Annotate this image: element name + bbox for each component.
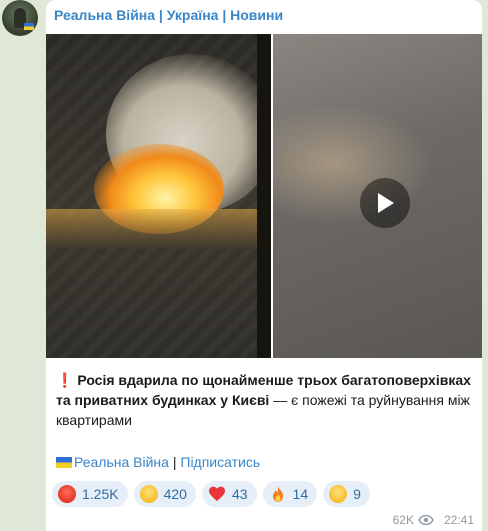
- message-text: ❗ Росія вдарила по щонайменше трьох бага…: [56, 370, 472, 430]
- video-thumbnail[interactable]: [273, 34, 482, 358]
- reaction-cry[interactable]: 420: [133, 481, 196, 507]
- channel-name[interactable]: Реальна Війна | Україна | Новини: [54, 7, 283, 23]
- heart-icon: [208, 485, 226, 503]
- play-icon: [378, 193, 394, 213]
- photo-fire[interactable]: [46, 34, 271, 358]
- channel-link[interactable]: Реальна Війна: [74, 454, 169, 470]
- crying-face-icon: [139, 485, 158, 503]
- message-bubble: Реальна Війна | Україна | Новини ❗ Росія…: [46, 0, 482, 531]
- reactions-bar: 1.25K 420 43 14 9: [52, 481, 370, 507]
- fire-icon: [269, 485, 287, 503]
- play-button[interactable]: [360, 178, 410, 228]
- angry-face-icon: [58, 485, 76, 503]
- message-time: 22:41: [443, 513, 474, 527]
- reaction-count: 14: [292, 486, 309, 502]
- reaction-grin[interactable]: 9: [323, 481, 370, 507]
- message-meta: 62K 22:41: [393, 513, 474, 527]
- media-album: [46, 34, 482, 358]
- exclamation-icon: ❗: [56, 372, 74, 388]
- reaction-count: 1.25K: [82, 486, 119, 502]
- reaction-fire[interactable]: 14: [262, 481, 318, 507]
- ukraine-flag-icon: [56, 457, 72, 468]
- reaction-heart[interactable]: 43: [201, 481, 257, 507]
- footer-separator: |: [168, 454, 181, 470]
- eye-icon: [418, 515, 434, 525]
- grinning-face-icon: [329, 485, 348, 503]
- subscribe-link[interactable]: Підписатись: [180, 454, 260, 470]
- reaction-angry[interactable]: 1.25K: [52, 481, 128, 507]
- channel-avatar[interactable]: [2, 0, 38, 36]
- channel-footer: Реальна Війна | Підписатись: [56, 454, 260, 470]
- reaction-count: 420: [163, 486, 187, 502]
- avatar-flag-icon: [24, 23, 34, 30]
- reaction-count: 43: [231, 486, 248, 502]
- view-count: 62K: [392, 513, 414, 527]
- reaction-count: 9: [353, 486, 361, 502]
